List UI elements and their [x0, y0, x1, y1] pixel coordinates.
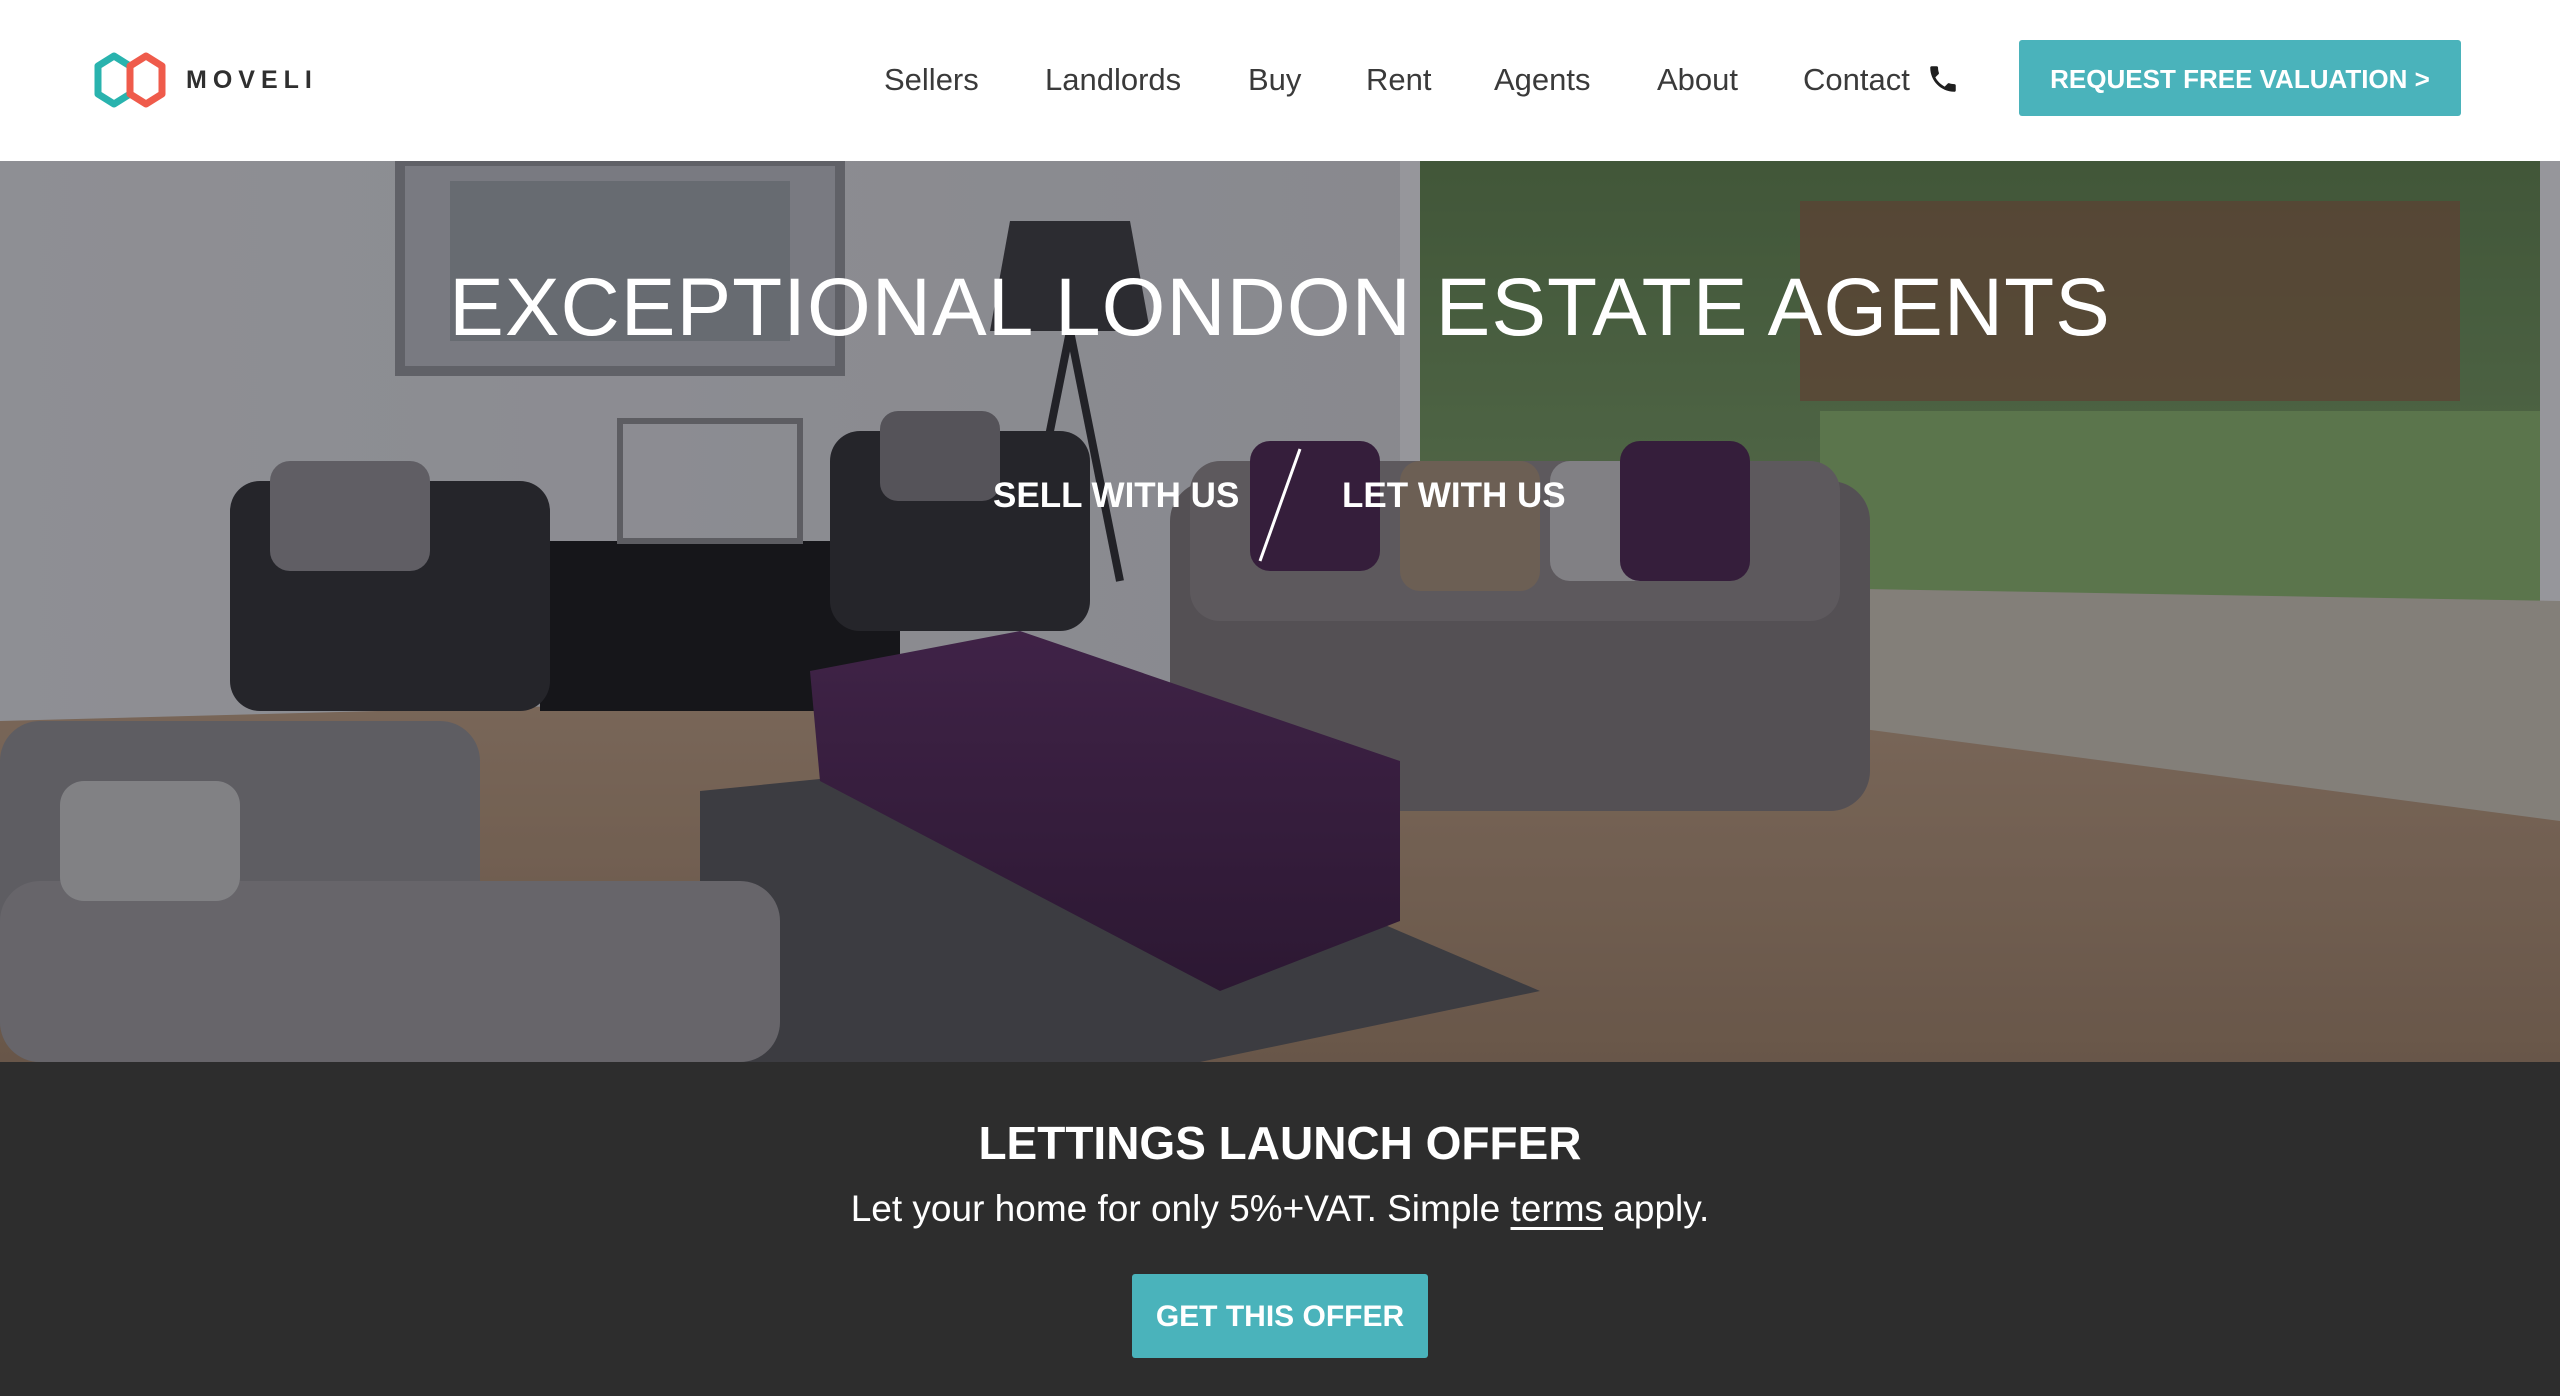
brand-name: MOVELI	[186, 65, 318, 94]
offer-title: LETTINGS LAUNCH OFFER	[978, 1117, 1582, 1169]
terms-link[interactable]: terms	[1511, 1188, 1604, 1229]
hero-banner: EXCEPTIONAL LONDON ESTATE AGENTS SELL WI…	[0, 161, 2560, 1062]
offer-description: Let your home for only 5%+VAT. Simple te…	[0, 1188, 2560, 1230]
moveli-logo-icon	[94, 52, 166, 108]
nav-item-rent[interactable]: Rent	[1366, 58, 1431, 102]
brand-logo[interactable]: MOVELI	[90, 50, 318, 110]
phone-icon[interactable]	[1926, 62, 1960, 96]
let-with-us-link[interactable]: LET WITH US	[1342, 474, 1566, 518]
hero-title: EXCEPTIONAL LONDON ESTATE AGENTS	[449, 262, 2111, 353]
sell-with-us-link[interactable]: SELL WITH US	[993, 474, 1239, 518]
nav-item-about[interactable]: About	[1657, 58, 1738, 102]
nav-item-contact[interactable]: Contact	[1803, 58, 1910, 102]
divider-slash	[1258, 448, 1302, 562]
lettings-offer-banner: LETTINGS LAUNCH OFFER Let your home for …	[0, 1062, 2560, 1396]
nav-item-sellers[interactable]: Sellers	[884, 58, 979, 102]
offer-text-before: Let your home for only 5%+VAT. Simple	[850, 1188, 1511, 1229]
get-offer-button[interactable]: GET THIS OFFER	[1132, 1274, 1428, 1358]
nav-item-buy[interactable]: Buy	[1248, 58, 1301, 102]
nav-item-agents[interactable]: Agents	[1494, 58, 1591, 102]
request-valuation-button[interactable]: REQUEST FREE VALUATION >	[2019, 40, 2461, 116]
offer-text-after: apply.	[1603, 1188, 1710, 1229]
site-header: MOVELI Sellers Landlords Buy Rent Agents…	[0, 0, 2560, 161]
nav-item-landlords[interactable]: Landlords	[1045, 58, 1181, 102]
